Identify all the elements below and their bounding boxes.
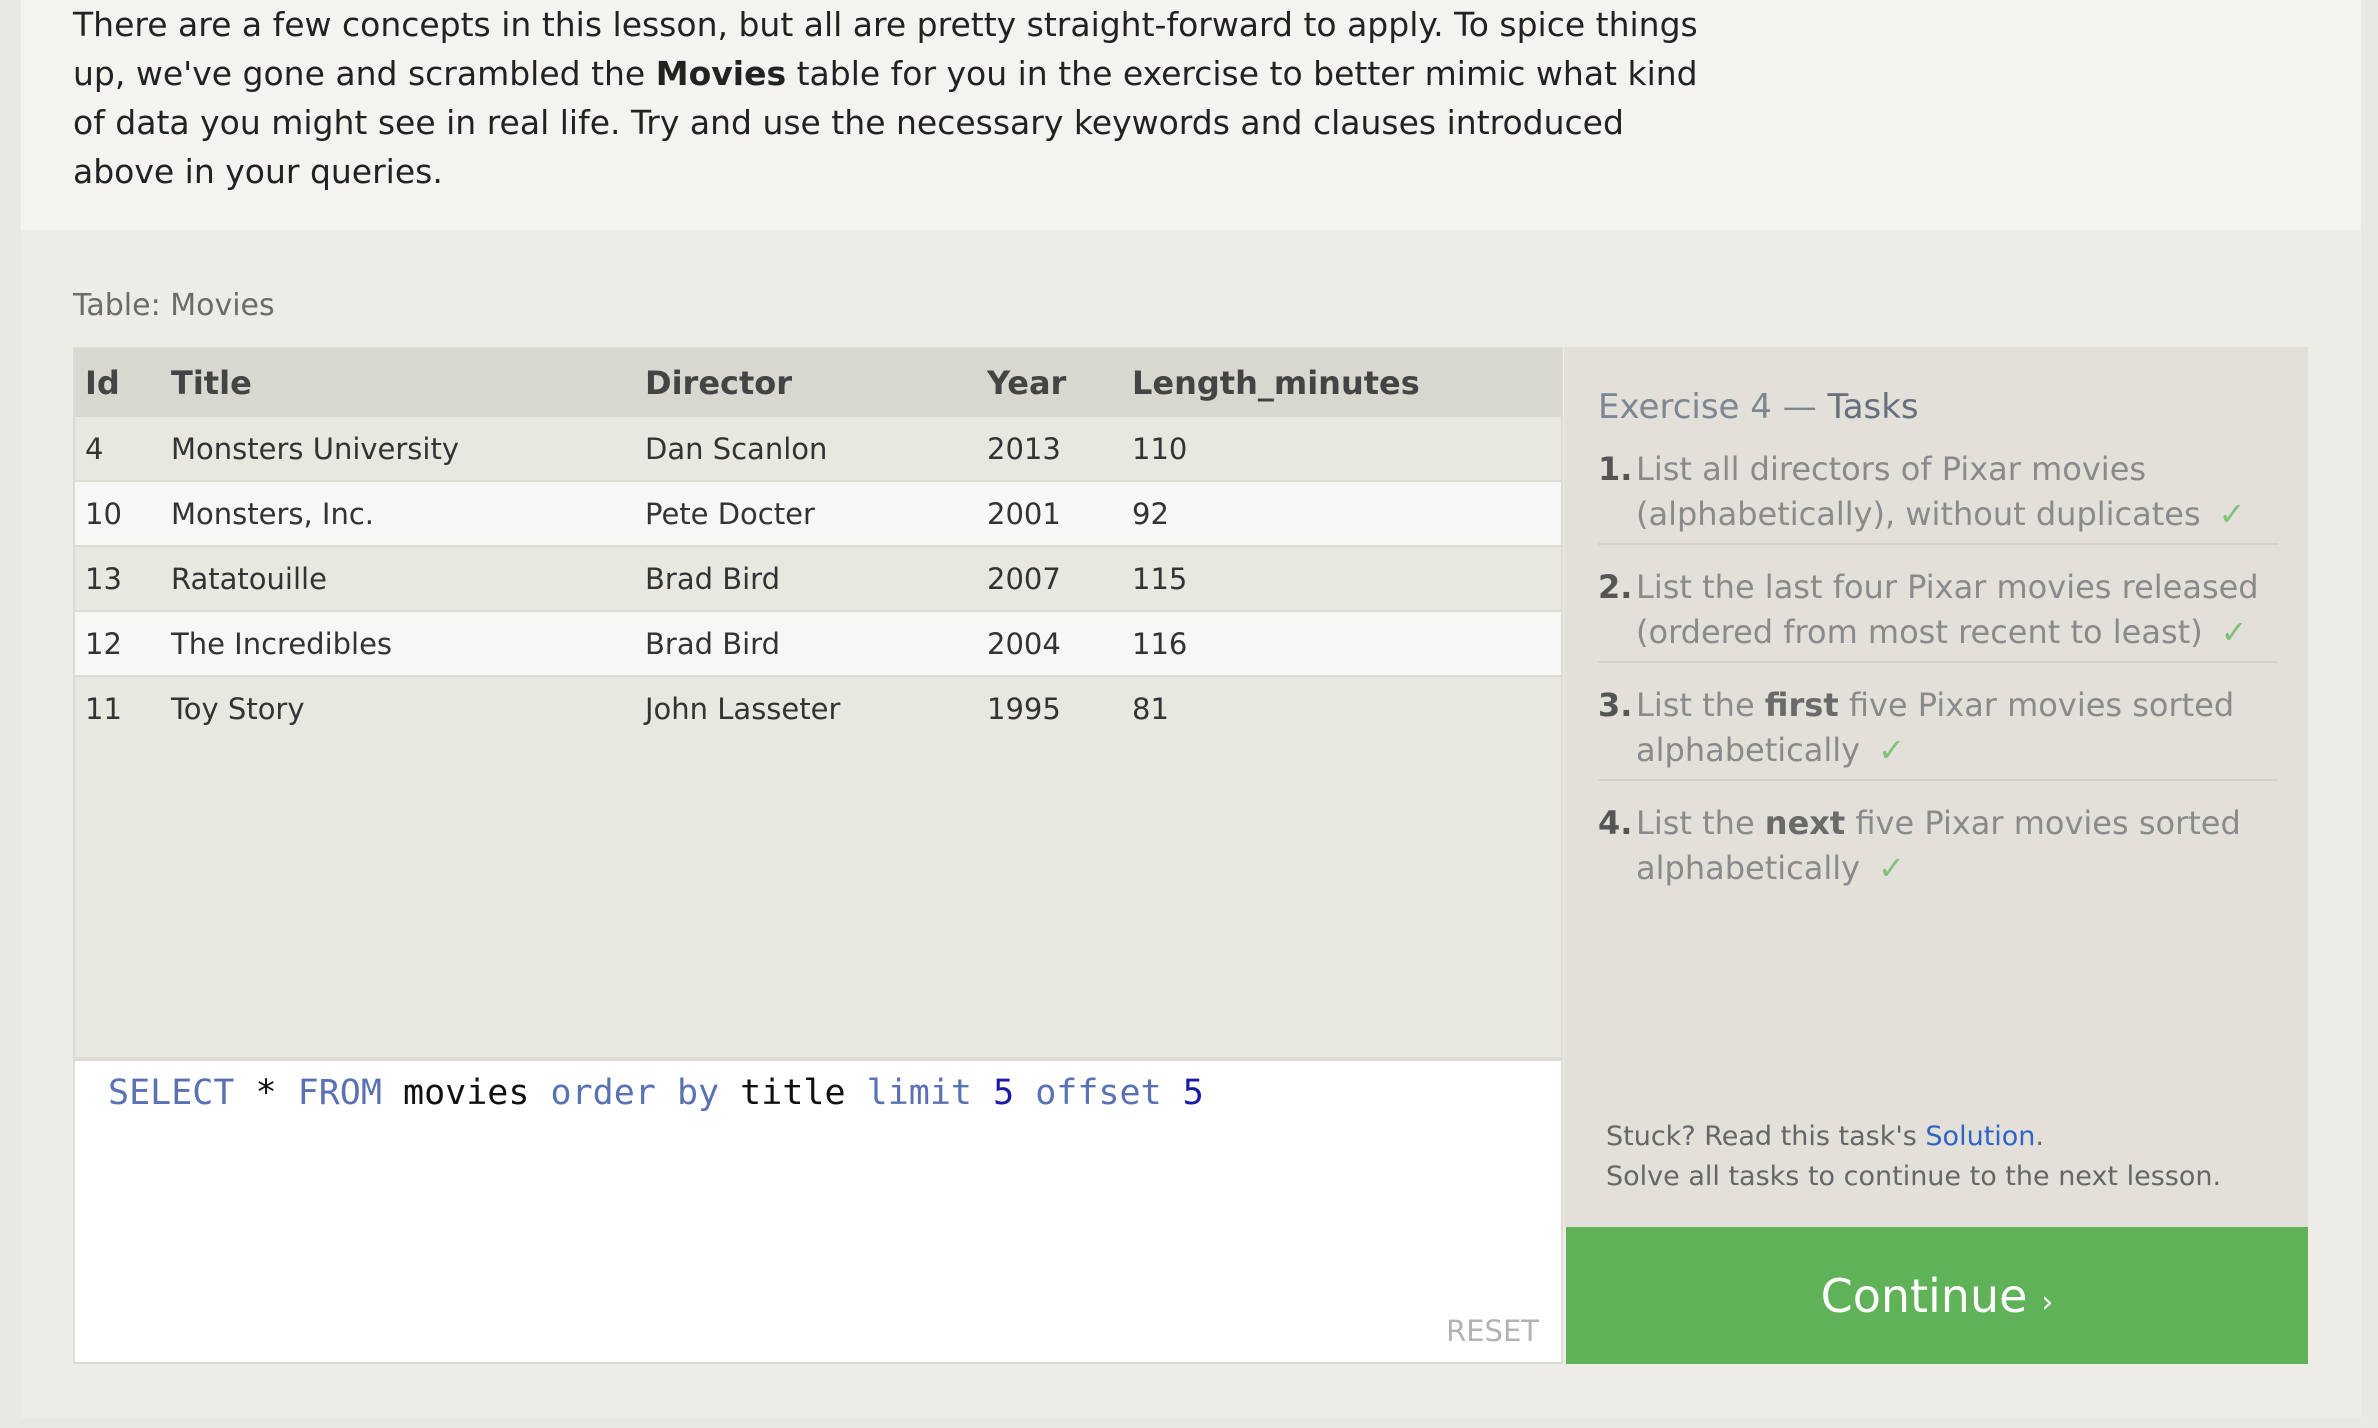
column-header-year: Year <box>977 349 1122 417</box>
tasks-heading-prefix: Exercise 4 — <box>1598 387 1828 427</box>
sql-keyword: FROM <box>297 1073 382 1113</box>
task-item: 4. List the next five Pixar movies sorted… <box>1598 801 2278 897</box>
table-row: 12 The Incredibles Brad Bird 2004 116 <box>75 611 1561 677</box>
task-number: 4. <box>1598 804 1633 842</box>
table-row: 13 Ratatouille Brad Bird 2007 115 <box>75 546 1561 612</box>
lesson-page: There are a few concepts in this lesson,… <box>21 0 2361 1418</box>
results-table-panel: Id Title Director Year Length_minutes 4 … <box>73 347 1563 1059</box>
exercise-tasks-panel: Exercise 4 — Tasks 1. List all directors … <box>1564 347 2308 1227</box>
continue-label: Continue <box>1820 1268 2028 1323</box>
task-text: List the <box>1636 686 1765 724</box>
table-label: Table: Movies <box>73 288 275 323</box>
sql-keyword: order by <box>550 1073 720 1113</box>
sql-token: movies <box>381 1073 551 1113</box>
intro-paragraph: There are a few concepts in this lesson,… <box>73 0 1713 196</box>
cell-year: 2007 <box>977 546 1122 612</box>
task-number: 2. <box>1598 568 1633 606</box>
cell-length: 116 <box>1122 611 1561 677</box>
table-row: 10 Monsters, Inc. Pete Docter 2001 92 <box>75 481 1561 547</box>
cell-id: 12 <box>75 611 161 677</box>
cell-title: The Incredibles <box>161 611 635 677</box>
checkmark-icon: ✓ <box>1878 849 1905 887</box>
cell-title: Ratatouille <box>161 546 635 612</box>
cell-director: Dan Scanlon <box>635 417 977 482</box>
stuck-text: Stuck? Read this task's <box>1606 1121 1926 1152</box>
cell-year: 1995 <box>987 691 1061 726</box>
table-header-row: Id Title Director Year Length_minutes <box>75 349 1561 417</box>
cell-title: Monsters University <box>161 417 635 482</box>
column-header-title: Title <box>161 349 635 417</box>
cell-year: 2004 <box>977 611 1122 677</box>
task-number: 3. <box>1598 686 1633 724</box>
chevron-right-icon: › <box>2041 1284 2054 1320</box>
lesson-intro: There are a few concepts in this lesson,… <box>21 0 2361 230</box>
tasks-heading-label: Tasks <box>1827 387 1919 427</box>
cell-id: 4 <box>75 417 161 482</box>
sql-query-editor[interactable]: SELECT * FROM movies order by title limi… <box>73 1059 1563 1364</box>
cell-id: 13 <box>75 546 161 612</box>
cell-title: Toy Story <box>171 691 305 726</box>
sql-query-text[interactable]: SELECT * FROM movies order by title limi… <box>108 1073 1204 1113</box>
checkmark-icon: ✓ <box>2220 613 2248 651</box>
column-header-length: Length_minutes <box>1122 349 1561 417</box>
sql-token: title <box>719 1073 867 1113</box>
solve-all-text: Solve all tasks to continue to the next … <box>1606 1161 2222 1192</box>
cell-length: 92 <box>1122 481 1561 547</box>
cell-year: 2013 <box>977 417 1122 482</box>
task-item: 2. List the last four Pixar movies releas… <box>1598 565 2278 663</box>
column-header-id: Id <box>75 349 161 417</box>
checkmark-icon: ✓ <box>2218 495 2246 533</box>
help-text: Stuck? Read this task's Solution. Solve … <box>1606 1117 2221 1197</box>
task-text: List all directors of Pixar movies (alph… <box>1636 450 2201 533</box>
sql-keyword: SELECT <box>108 1073 235 1113</box>
cell-title: Monsters, Inc. <box>161 481 635 547</box>
column-header-director: Director <box>635 349 977 417</box>
table-row: 4 Monsters University Dan Scanlon 2013 1… <box>75 417 1561 482</box>
table-row: 11 Toy Story John Lasseter 1995 81 <box>75 676 1561 740</box>
cell-year: 2001 <box>977 481 1122 547</box>
sql-keyword: limit <box>866 1073 972 1113</box>
cell-length: 81 <box>1132 691 1169 726</box>
intro-bold-table-name: Movies <box>655 54 787 93</box>
task-emphasis: first <box>1764 686 1839 724</box>
solution-link[interactable]: Solution <box>1925 1121 2035 1152</box>
task-number: 1. <box>1598 450 1633 488</box>
reset-button[interactable]: RESET <box>1446 1314 1539 1348</box>
sql-number: 5 <box>1182 1073 1204 1113</box>
sql-token: * <box>234 1073 298 1113</box>
task-item: 1. List all directors of Pixar movies (al… <box>1598 447 2278 545</box>
cell-director: Pete Docter <box>635 481 977 547</box>
stuck-period: . <box>2035 1121 2045 1152</box>
cell-id: 11 <box>85 691 122 726</box>
tasks-heading: Exercise 4 — Tasks <box>1598 387 1919 427</box>
cell-director: Brad Bird <box>635 611 977 677</box>
movies-table: Id Title Director Year Length_minutes 4 … <box>75 349 1561 740</box>
task-emphasis: next <box>1764 804 1846 842</box>
task-item: 3. List the first five Pixar movies sorte… <box>1598 683 2278 781</box>
cell-id: 10 <box>75 481 161 547</box>
continue-button[interactable]: Continue › <box>1566 1227 2308 1364</box>
sql-number: 5 <box>993 1073 1015 1113</box>
task-text: List the <box>1636 804 1765 842</box>
cell-length: 115 <box>1122 546 1561 612</box>
task-text: List the last four Pixar movies released… <box>1636 568 2259 651</box>
task-list: 1. List all directors of Pixar movies (al… <box>1598 447 2278 917</box>
sql-keyword: offset <box>1035 1073 1162 1113</box>
cell-length: 110 <box>1122 417 1561 482</box>
checkmark-icon: ✓ <box>1878 731 1905 769</box>
cell-director: Brad Bird <box>635 546 977 612</box>
cell-director: John Lasseter <box>645 691 841 726</box>
